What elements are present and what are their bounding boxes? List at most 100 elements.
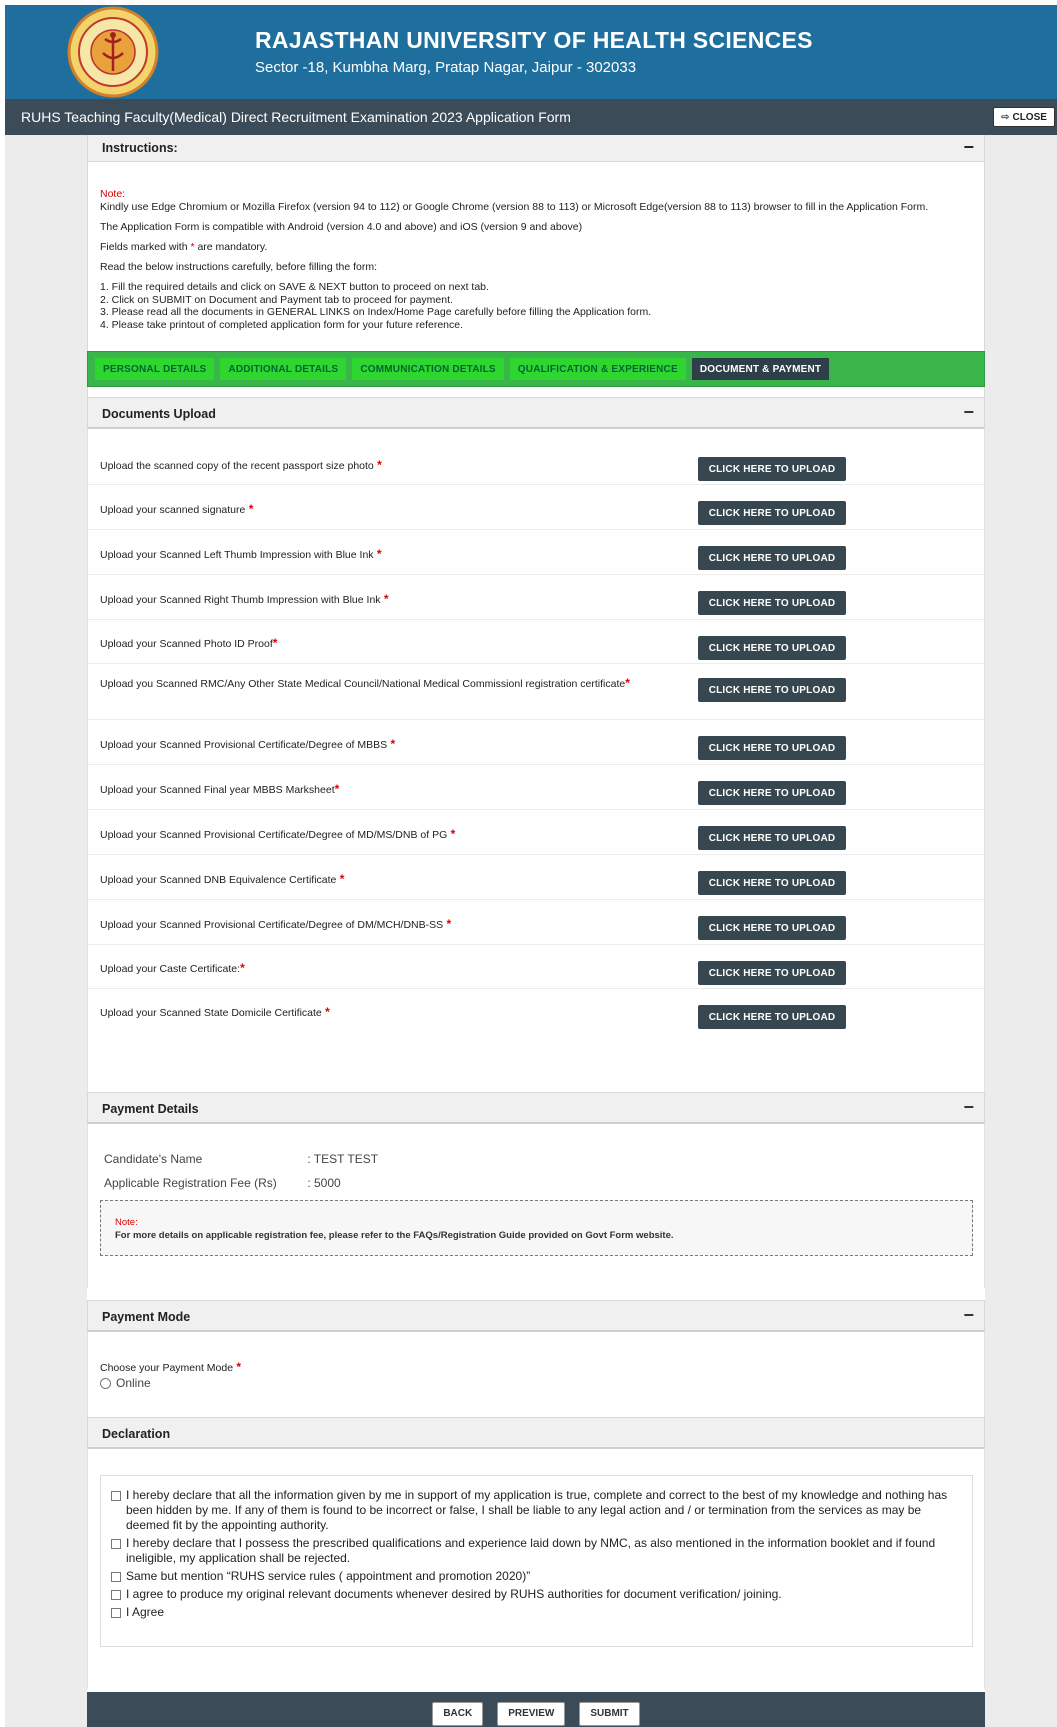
upload-left-thumb-button[interactable]: CLICK HERE TO UPLOAD bbox=[698, 546, 846, 570]
university-seal-icon bbox=[67, 6, 159, 98]
online-radio-option[interactable]: Online bbox=[100, 1376, 151, 1390]
document-row: Upload your Scanned Photo ID Proof* CLIC… bbox=[88, 620, 986, 664]
declaration-checkbox-1[interactable] bbox=[111, 1491, 121, 1501]
document-label: Upload your scanned signature * bbox=[100, 502, 254, 517]
tab-document-payment[interactable]: DOCUMENT & PAYMENT bbox=[691, 358, 830, 380]
candidate-name-value: : TEST TEST bbox=[307, 1152, 379, 1166]
instruction-step: 4. Please take printout of completed app… bbox=[100, 318, 464, 331]
document-row: Upload your Scanned DNB Equivalence Cert… bbox=[88, 855, 986, 900]
collapse-icon[interactable]: − bbox=[963, 402, 974, 423]
candidate-name-row: Candidate's Name : TEST TEST bbox=[104, 1152, 378, 1166]
declaration-header[interactable]: Declaration bbox=[87, 1417, 985, 1449]
declaration-item: I hereby declare that I possess the pres… bbox=[111, 1536, 962, 1566]
document-row: Upload your Scanned Right Thumb Impressi… bbox=[88, 575, 986, 620]
left-margin bbox=[5, 135, 87, 1727]
payment-details-header[interactable]: Payment Details − bbox=[87, 1092, 985, 1124]
online-radio-label: Online bbox=[116, 1376, 151, 1390]
payment-mode-header[interactable]: Payment Mode − bbox=[87, 1300, 985, 1332]
document-row: Upload your Scanned State Domicile Certi… bbox=[88, 989, 986, 1035]
upload-registration-button[interactable]: CLICK HERE TO UPLOAD bbox=[698, 678, 846, 702]
upload-photo-button[interactable]: CLICK HERE TO UPLOAD bbox=[698, 457, 846, 481]
upload-dm-mch-button[interactable]: CLICK HERE TO UPLOAD bbox=[698, 916, 846, 940]
required-star: * bbox=[190, 241, 195, 253]
upload-photo-id-button[interactable]: CLICK HERE TO UPLOAD bbox=[698, 636, 846, 660]
preview-button[interactable]: PREVIEW bbox=[497, 1701, 566, 1726]
upload-dnb-equivalence-button[interactable]: CLICK HERE TO UPLOAD bbox=[698, 871, 846, 895]
tab-qualification-experience[interactable]: QUALIFICATION & EXPERIENCE bbox=[509, 358, 686, 380]
back-button[interactable]: BACK bbox=[432, 1701, 484, 1726]
document-label: Upload your Scanned Final year MBBS Mark… bbox=[100, 782, 340, 797]
fee-note-box: Note: For more details on applicable reg… bbox=[100, 1200, 973, 1256]
fee-note-text: For more details on applicable registrat… bbox=[115, 1230, 674, 1241]
document-row: Upload the scanned copy of the recent pa… bbox=[88, 441, 986, 485]
declaration-item: Same but mention “RUHS service rules ( a… bbox=[111, 1569, 962, 1584]
fee-note-label: Note: bbox=[115, 1217, 138, 1228]
upload-pg-degree-button[interactable]: CLICK HERE TO UPLOAD bbox=[698, 826, 846, 850]
university-logo bbox=[55, 5, 171, 99]
fee-label: Applicable Registration Fee (Rs) bbox=[104, 1176, 277, 1190]
tab-additional-details[interactable]: ADDITIONAL DETAILS bbox=[220, 358, 347, 380]
fee-value: : 5000 bbox=[307, 1176, 341, 1190]
declaration-item: I Agree bbox=[111, 1605, 962, 1620]
declaration-item: I hereby declare that all the informatio… bbox=[111, 1488, 962, 1533]
document-row: Upload your Scanned Final year MBBS Mark… bbox=[88, 765, 986, 810]
document-row: Upload your Scanned Left Thumb Impressio… bbox=[88, 530, 986, 575]
document-row: Upload your scanned signature * CLICK HE… bbox=[88, 485, 986, 530]
upload-mbbs-degree-button[interactable]: CLICK HERE TO UPLOAD bbox=[698, 736, 846, 760]
declaration-checkbox-3[interactable] bbox=[111, 1572, 121, 1582]
form-titlebar: RUHS Teaching Faculty(Medical) Direct Re… bbox=[5, 99, 1057, 135]
candidate-name-label: Candidate's Name bbox=[104, 1152, 203, 1166]
mandatory-note: Fields marked with * are mandatory. bbox=[100, 241, 972, 254]
upload-domicile-button[interactable]: CLICK HERE TO UPLOAD bbox=[698, 1005, 846, 1029]
fee-row: Applicable Registration Fee (Rs) : 5000 bbox=[104, 1176, 341, 1190]
document-label: Upload your Scanned DNB Equivalence Cert… bbox=[100, 872, 345, 887]
collapse-icon[interactable]: − bbox=[963, 1097, 974, 1118]
document-label: Upload your Scanned State Domicile Certi… bbox=[100, 1005, 330, 1020]
right-margin bbox=[985, 135, 1057, 1727]
mandatory-prefix: Fields marked with bbox=[100, 241, 188, 253]
document-row: Upload your Scanned Provisional Certific… bbox=[88, 810, 986, 855]
application-page: RAJASTHAN UNIVERSITY OF HEALTH SCIENCES … bbox=[0, 0, 1057, 1727]
document-label: Upload your Scanned Provisional Certific… bbox=[100, 827, 456, 842]
documents-header[interactable]: Documents Upload − bbox=[87, 397, 985, 429]
university-address: Sector -18, Kumbha Marg, Pratap Nagar, J… bbox=[255, 59, 637, 76]
instruction-step: 1. Fill the required details and click o… bbox=[100, 281, 489, 293]
payment-mode-title: Payment Mode bbox=[102, 1310, 191, 1324]
document-label: Upload your Scanned Provisional Certific… bbox=[100, 737, 396, 752]
payment-details-title: Payment Details bbox=[102, 1102, 199, 1116]
online-radio[interactable] bbox=[100, 1377, 111, 1389]
document-label: Upload your Scanned Provisional Certific… bbox=[100, 917, 452, 932]
university-name: RAJASTHAN UNIVERSITY OF HEALTH SCIENCES bbox=[255, 27, 813, 53]
instructions-note-label: Note: bbox=[100, 188, 126, 200]
close-button[interactable]: ⇨ CLOSE bbox=[993, 107, 1055, 127]
agree-checkbox[interactable] bbox=[111, 1608, 121, 1618]
site-header: RAJASTHAN UNIVERSITY OF HEALTH SCIENCES … bbox=[5, 5, 1057, 99]
upload-right-thumb-button[interactable]: CLICK HERE TO UPLOAD bbox=[698, 591, 846, 615]
declaration-item: I agree to produce my original relevant … bbox=[111, 1587, 962, 1602]
document-label: Upload your Scanned Right Thumb Impressi… bbox=[100, 592, 389, 607]
instruction-step: 2. Click on SUBMIT on Document and Payme… bbox=[100, 293, 453, 306]
declaration-body: I hereby declare that all the informatio… bbox=[87, 1449, 985, 1689]
form-footer: BACK PREVIEW SUBMIT bbox=[87, 1692, 985, 1727]
compat-note: The Application Form is compatible with … bbox=[100, 221, 583, 233]
document-label: Upload your Scanned Photo ID Proof* bbox=[100, 636, 278, 651]
declaration-checkbox-2[interactable] bbox=[111, 1539, 121, 1549]
documents-title: Documents Upload bbox=[102, 407, 216, 421]
browser-note: Kindly use Edge Chromium or Mozilla Fire… bbox=[100, 201, 929, 213]
collapse-icon[interactable]: − bbox=[963, 1305, 974, 1326]
declaration-checkbox-4[interactable] bbox=[111, 1590, 121, 1600]
exit-icon: ⇨ bbox=[1001, 111, 1010, 123]
tab-communication-details[interactable]: COMMUNICATION DETAILS bbox=[352, 358, 504, 380]
upload-signature-button[interactable]: CLICK HERE TO UPLOAD bbox=[698, 501, 846, 525]
collapse-icon[interactable]: − bbox=[963, 137, 974, 158]
upload-mbbs-marksheet-button[interactable]: CLICK HERE TO UPLOAD bbox=[698, 781, 846, 805]
document-label: Upload the scanned copy of the recent pa… bbox=[100, 458, 382, 473]
instruction-steps: 1. Fill the required details and click o… bbox=[100, 281, 972, 331]
submit-button[interactable]: SUBMIT bbox=[579, 1701, 640, 1726]
document-label: Upload you Scanned RMC/Any Other State M… bbox=[100, 676, 630, 691]
document-label: Upload your Scanned Left Thumb Impressio… bbox=[100, 547, 382, 562]
document-label: Upload your Caste Certificate:* bbox=[100, 961, 245, 976]
upload-caste-certificate-button[interactable]: CLICK HERE TO UPLOAD bbox=[698, 961, 846, 985]
declaration-box: I hereby declare that all the informatio… bbox=[100, 1475, 973, 1647]
tab-personal-details[interactable]: PERSONAL DETAILS bbox=[95, 358, 215, 380]
